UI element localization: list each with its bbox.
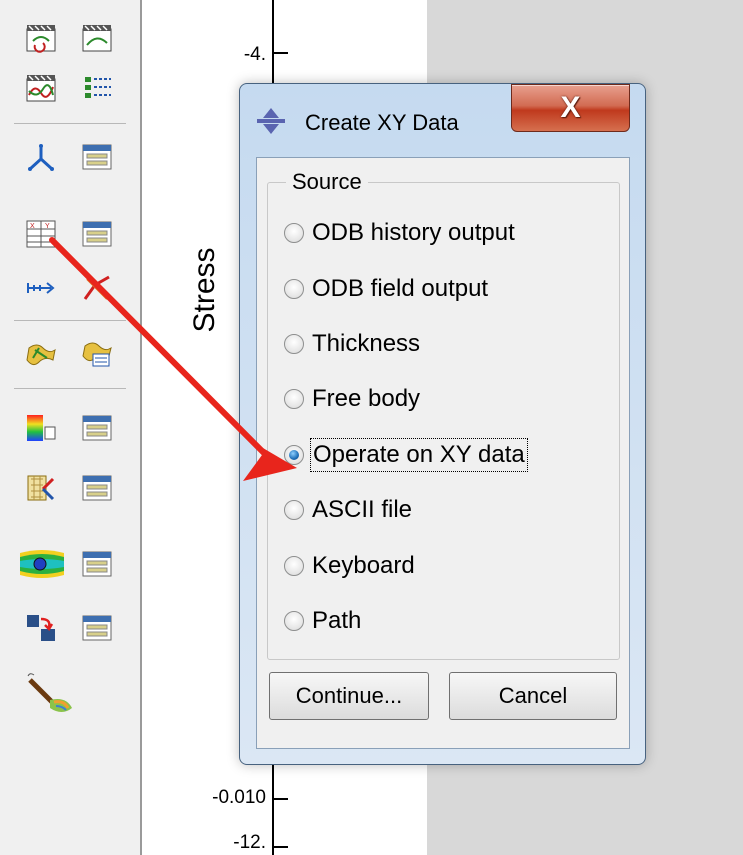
xy-data-icon[interactable]: XY (24, 218, 58, 250)
radio-button[interactable] (284, 556, 304, 576)
y-tick-label: -12. (233, 832, 266, 853)
cancel-button[interactable]: Cancel (449, 672, 617, 720)
color-options-icon[interactable] (80, 412, 114, 444)
xy-plot-animation-icon[interactable] (24, 72, 58, 104)
list-options-icon[interactable] (80, 72, 114, 104)
flow-icon[interactable] (20, 548, 64, 580)
radio-label: Keyboard (312, 552, 415, 579)
transfer-icon[interactable] (24, 612, 58, 644)
animate-xy-icon[interactable] (80, 22, 114, 54)
streamline-icon[interactable] (24, 472, 58, 504)
radio-label: Operate on XY data (310, 438, 528, 472)
radio-odb-history-output[interactable]: ODB history output (284, 213, 517, 253)
radio-button[interactable] (284, 223, 304, 243)
radio-button[interactable] (284, 279, 304, 299)
close-icon: X (560, 91, 581, 124)
radio-button-selected[interactable] (284, 445, 304, 465)
radio-label: Path (312, 607, 362, 634)
svg-text:X: X (30, 223, 35, 230)
probe-icon[interactable] (22, 672, 76, 716)
radio-button[interactable] (284, 611, 304, 631)
source-group-label: Source (286, 169, 368, 195)
dialog-title: Create XY Data (305, 110, 459, 135)
y-tick-label: -4. (243, 44, 266, 65)
y-tick-mark (274, 52, 288, 54)
radio-label: Free body (312, 385, 421, 412)
stream-options-icon[interactable] (80, 472, 114, 504)
y-axis-label: Stress (188, 247, 221, 333)
dialog-body: Source ODB history output ODB field outp… (256, 157, 630, 749)
radio-button[interactable] (284, 500, 304, 520)
toolbar: XY (0, 0, 142, 855)
triad-options-icon[interactable] (80, 141, 114, 173)
source-group: Source ODB history output ODB field outp… (267, 169, 620, 660)
radio-label: ODB history output (312, 219, 515, 246)
svg-text:Y: Y (45, 223, 50, 230)
radio-odb-field-output[interactable]: ODB field output (284, 269, 490, 309)
radio-label: ODB field output (312, 275, 489, 302)
radio-button[interactable] (284, 334, 304, 354)
dialog-title-bar[interactable]: Create XY Data X (240, 84, 645, 154)
viewcut-manager-icon[interactable] (80, 337, 114, 369)
color-code-icon[interactable] (24, 412, 58, 444)
xy-data-options-icon[interactable] (80, 218, 114, 250)
radio-label: Thickness (312, 330, 421, 357)
create-xy-animation-icon[interactable] (24, 22, 58, 54)
path-options-icon[interactable] (80, 272, 114, 304)
continue-button[interactable]: Continue... (269, 672, 429, 720)
radio-free-body[interactable]: Free body (284, 379, 422, 419)
toolbar-separator (14, 388, 126, 389)
y-tick-mark (274, 846, 288, 848)
path-icon[interactable] (24, 272, 58, 304)
create-xy-data-dialog: Create XY Data X Source ODB history outp… (239, 83, 646, 765)
radio-keyboard[interactable]: Keyboard (284, 546, 417, 586)
axis-triad-icon[interactable] (24, 141, 58, 173)
radio-thickness[interactable]: Thickness (284, 324, 422, 364)
toolbar-separator (14, 123, 126, 124)
radio-button[interactable] (284, 389, 304, 409)
close-button[interactable]: X (511, 84, 630, 132)
diamond-arrows-icon (256, 108, 286, 134)
radio-label: ASCII file (312, 496, 413, 523)
viewcut-icon[interactable] (24, 337, 58, 369)
toolbar-separator (14, 320, 126, 321)
y-tick-mark (274, 798, 288, 800)
y-tick-label: -0.010 (212, 787, 266, 808)
radio-ascii-file[interactable]: ASCII file (284, 490, 414, 530)
radio-operate-on-xy-data[interactable]: Operate on XY data (284, 435, 528, 475)
transfer-options-icon[interactable] (80, 612, 114, 644)
radio-path[interactable]: Path (284, 601, 363, 641)
flow-options-icon[interactable] (80, 548, 114, 580)
